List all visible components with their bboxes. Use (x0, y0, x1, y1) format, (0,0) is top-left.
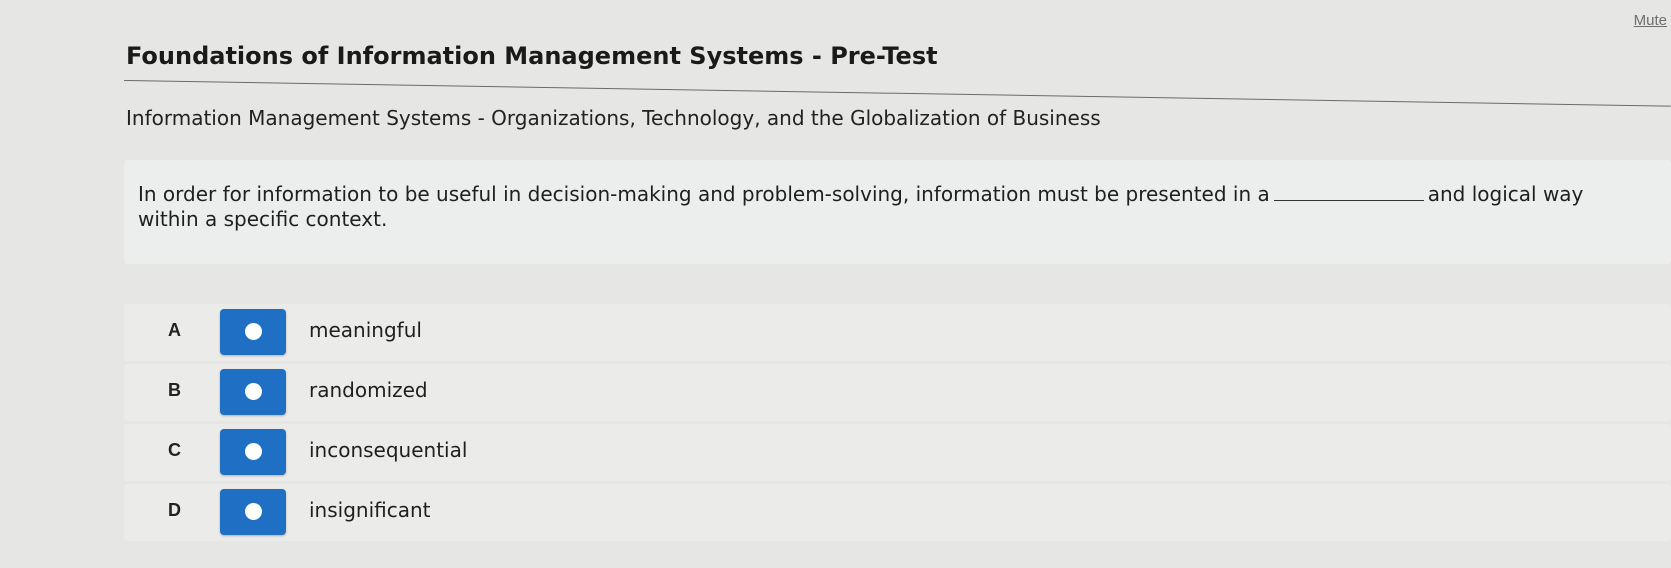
answer-option-a[interactable]: A meaningful (124, 304, 1671, 361)
question-line-1: In order for information to be useful in… (138, 182, 1665, 207)
answer-option-d[interactable]: D insignificant (124, 484, 1671, 541)
radio-button[interactable] (220, 429, 286, 475)
radio-button[interactable] (220, 369, 286, 415)
answer-options: A meaningful B randomized C inconsequent… (124, 304, 1671, 544)
answer-option-c[interactable]: C inconsequential (124, 424, 1671, 481)
option-letter: C (168, 440, 181, 460)
radio-dot-icon (245, 443, 262, 460)
radio-dot-icon (245, 503, 262, 520)
mute-link[interactable]: Mute (1634, 12, 1667, 29)
fill-in-blank (1273, 182, 1424, 201)
answer-option-b[interactable]: B randomized (124, 364, 1671, 421)
module-subtitle: Information Management Systems - Organiz… (126, 106, 1101, 130)
title-divider (123, 80, 1671, 107)
radio-dot-icon (245, 383, 262, 400)
radio-button[interactable] (220, 489, 286, 535)
option-text: inconsequential (309, 438, 468, 462)
option-text: randomized (309, 378, 428, 402)
radio-button[interactable] (220, 309, 286, 355)
question-line-2: within a specific context. (138, 207, 388, 231)
option-letter: A (168, 320, 181, 340)
question-text-before-blank: In order for information to be useful in… (138, 182, 1270, 206)
test-title: Foundations of Information Management Sy… (126, 42, 938, 70)
radio-dot-icon (245, 323, 262, 340)
option-text: meaningful (309, 318, 422, 342)
option-letter: D (168, 500, 181, 520)
question-text: In order for information to be useful in… (138, 182, 1665, 232)
option-text: insignificant (309, 498, 431, 522)
option-letter: B (168, 380, 181, 400)
question-panel: In order for information to be useful in… (124, 160, 1671, 264)
question-text-after-blank: and logical way (1427, 182, 1584, 206)
